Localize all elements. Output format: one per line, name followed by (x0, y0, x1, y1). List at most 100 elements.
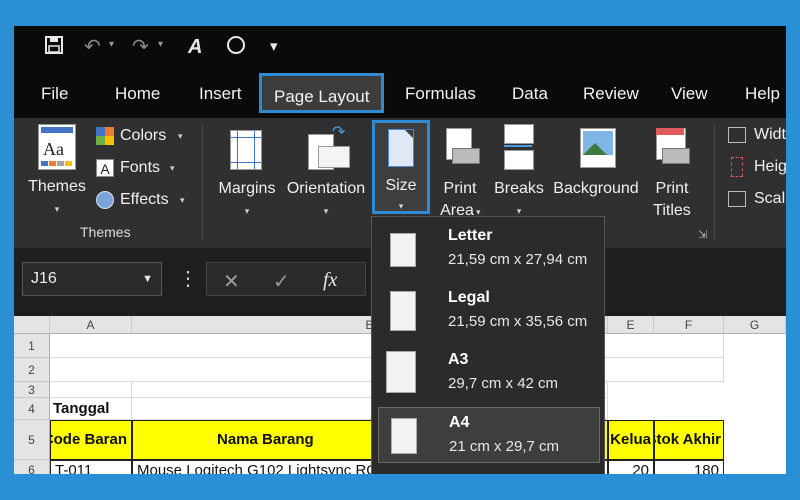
enter-icon[interactable]: ✓ (273, 269, 290, 294)
size-option-a4[interactable]: A4 21 cm x 29,7 cm (378, 407, 600, 463)
size-option-dimensions: 21,59 cm x 35,56 cm (448, 313, 588, 330)
ribbon-tabs: File Home Insert Page Layout Formulas Da… (14, 68, 786, 118)
tab-insert[interactable]: Insert (199, 68, 242, 118)
cancel-icon[interactable]: ✕ (223, 269, 240, 294)
size-option-legal[interactable]: Legal 21,59 cm x 35,56 cm (378, 283, 600, 339)
tab-formulas[interactable]: Formulas (405, 68, 476, 118)
fonts-label: Fonts (120, 159, 161, 176)
tanggal-label[interactable]: Tanggal (50, 398, 132, 420)
quick-access-toolbar: ↶ ▾ ↷ ▾ A ▾ (14, 26, 786, 68)
header-code-barang[interactable]: Code Baran (50, 420, 132, 460)
redo-icon[interactable]: ↷ (132, 35, 149, 59)
column-header[interactable]: A (50, 316, 132, 334)
orientation-button[interactable]: ↷ Orientation ▾ (280, 122, 372, 222)
themes-button[interactable]: Aa Themes ▾ (24, 122, 90, 230)
themes-label: Themes (28, 178, 86, 195)
cell-reference: J16 (31, 270, 57, 287)
redo-dropdown-icon[interactable]: ▾ (158, 39, 163, 50)
tab-home[interactable]: Home (115, 68, 160, 118)
row-header[interactable]: 4 (14, 398, 50, 420)
orientation-label: Orientation (286, 180, 366, 197)
table-cell[interactable]: 180 (654, 460, 724, 474)
print-area-button[interactable]: Print Area ▾ (432, 122, 488, 222)
width-control[interactable]: Widt (728, 124, 786, 148)
scale-control[interactable]: Scal (728, 188, 786, 212)
column-header[interactable]: E (608, 316, 654, 334)
print-area-icon (442, 128, 480, 168)
tab-view[interactable]: View (671, 68, 708, 118)
colors-button[interactable]: Colors ▾ (94, 124, 194, 148)
colors-label: Colors (120, 127, 167, 144)
size-button[interactable]: Size ▾ (372, 120, 430, 214)
column-header[interactable]: F (654, 316, 724, 334)
size-dropdown-menu: Letter 21,59 cm x 27,94 cm Legal 21,59 c… (371, 216, 605, 474)
height-control[interactable]: Heig (728, 156, 786, 180)
undo-icon[interactable]: ↶ (84, 35, 101, 59)
size-label: Size (385, 177, 417, 194)
width-icon (728, 127, 746, 143)
fonts-button[interactable]: A Fonts ▾ (94, 156, 194, 180)
size-option-dimensions: 21 cm x 29,7 cm (449, 438, 560, 455)
scale-icon (728, 191, 746, 207)
print-titles-icon (654, 128, 690, 168)
insert-function-icon[interactable]: fx (323, 269, 337, 292)
size-option-dimensions: 29,7 cm x 42 cm (448, 375, 559, 392)
breaks-icon (504, 124, 534, 170)
scale-label: Scal (754, 190, 786, 207)
more-options-icon[interactable]: ⋮ (178, 266, 198, 291)
undo-dropdown-icon[interactable]: ▾ (109, 39, 114, 50)
background-label: Background (553, 180, 639, 197)
customize-toolbar-icon[interactable]: ▾ (270, 35, 278, 59)
row-header[interactable]: 5 (14, 420, 50, 460)
paper-icon (390, 233, 416, 267)
header-stok-akhir[interactable]: Stok Akhir (654, 420, 724, 460)
row-header[interactable]: 2 (14, 358, 50, 382)
effects-button[interactable]: Effects ▾ (94, 188, 194, 212)
formula-controls: ✕ ✓ fx (206, 262, 366, 296)
print-titles-label-2: Titles (653, 202, 691, 219)
tab-file[interactable]: File (41, 68, 68, 118)
paper-icon (391, 418, 417, 454)
tab-review[interactable]: Review (583, 68, 639, 118)
table-cell[interactable]: T-011 (50, 460, 132, 474)
colors-caret-icon: ▾ (178, 131, 183, 141)
header-barang-keluar[interactable]: g Kelua (608, 420, 654, 460)
themes-icon: Aa (38, 124, 76, 170)
select-all-corner[interactable] (14, 316, 50, 334)
save-icon[interactable] (44, 35, 64, 61)
row-header[interactable]: 6 (14, 460, 50, 474)
excel-window: ↶ ▾ ↷ ▾ A ▾ File Home Insert Page Layout… (14, 26, 786, 474)
size-option-name: Legal (448, 289, 490, 306)
background-image-icon (580, 128, 616, 168)
name-box-dropdown-icon[interactable]: ▼ (142, 263, 153, 295)
margins-caret-icon: ▾ (244, 206, 250, 216)
row-header[interactable]: 1 (14, 334, 50, 358)
size-option-dimensions: 21,59 cm x 27,94 cm (448, 251, 588, 268)
size-option-name: A4 (449, 414, 470, 431)
size-option-a3[interactable]: A3 29,7 cm x 42 cm (378, 345, 600, 401)
effects-label: Effects (120, 191, 169, 208)
table-cell[interactable]: 20 (608, 460, 654, 474)
height-label: Heig (754, 158, 786, 175)
cell-empty[interactable] (50, 382, 132, 398)
size-icon (388, 129, 414, 167)
tab-data[interactable]: Data (512, 68, 548, 118)
size-option-letter[interactable]: Letter 21,59 cm x 27,94 cm (378, 221, 600, 277)
tab-help[interactable]: Help (745, 68, 780, 118)
background-button[interactable]: Background (548, 122, 644, 222)
group-separator (202, 124, 203, 240)
page-setup-launcher-icon[interactable]: ⇲ (698, 228, 707, 241)
print-titles-button[interactable]: Print Titles (646, 122, 698, 222)
column-header[interactable]: G (724, 316, 786, 334)
margins-button[interactable]: Margins ▾ (212, 122, 282, 222)
name-box[interactable]: J16 ▼ (22, 262, 162, 296)
orientation-icon: ↷ (308, 124, 350, 170)
size-caret-icon: ▾ (398, 201, 404, 211)
breaks-button[interactable]: Breaks ▾ (490, 122, 548, 222)
touch-mode-icon[interactable]: A (188, 35, 202, 59)
paper-icon (386, 351, 416, 393)
circle-icon[interactable] (226, 35, 246, 61)
tab-page-layout[interactable]: Page Layout (259, 73, 385, 113)
row-header[interactable]: 3 (14, 382, 50, 398)
margins-label: Margins (218, 180, 276, 197)
